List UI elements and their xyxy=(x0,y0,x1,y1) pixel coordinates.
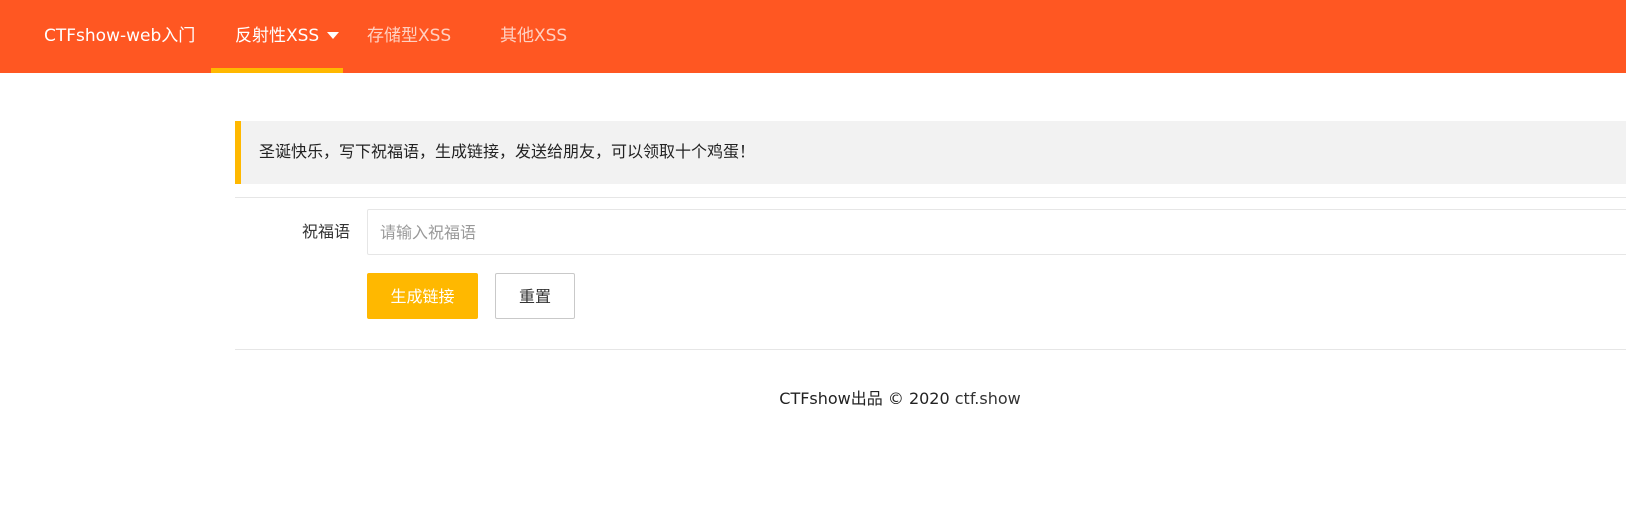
notice-block: 圣诞快乐，写下祝福语，生成链接，发送给朋友，可以领取十个鸡蛋！ xyxy=(235,121,1626,184)
notice-text: 圣诞快乐，写下祝福语，生成链接，发送给朋友，可以领取十个鸡蛋！ xyxy=(259,142,756,161)
footer-text: CTFshow出品 © 2020 xyxy=(779,389,955,408)
brand-logo-text[interactable]: CTFshow-web入门 xyxy=(44,24,195,48)
footer-link[interactable]: ctf.show xyxy=(955,389,1021,408)
greeting-label: 祝福语 xyxy=(301,222,350,241)
nav-active-indicator xyxy=(211,68,343,73)
reset-button[interactable]: 重置 xyxy=(495,273,575,319)
footer: CTFshow出品 © 2020 ctf.show xyxy=(0,387,1626,411)
greeting-input[interactable] xyxy=(367,209,1626,255)
divider-bottom xyxy=(235,349,1626,350)
nav-item-stored-xss[interactable]: 存储型XSS xyxy=(367,0,451,73)
nav-item-other-xss[interactable]: 其他XSS xyxy=(500,0,567,73)
divider-top xyxy=(235,197,1626,198)
nav-item-reflected-xss[interactable]: 反射性XSS xyxy=(235,0,340,73)
generate-link-button[interactable]: 生成链接 xyxy=(367,273,478,319)
top-navbar: CTFshow-web入门 反射性XSS 存储型XSS 其他XSS xyxy=(0,0,1626,73)
caret-down-icon xyxy=(327,31,340,39)
nav-item-label: 反射性XSS xyxy=(235,26,320,46)
